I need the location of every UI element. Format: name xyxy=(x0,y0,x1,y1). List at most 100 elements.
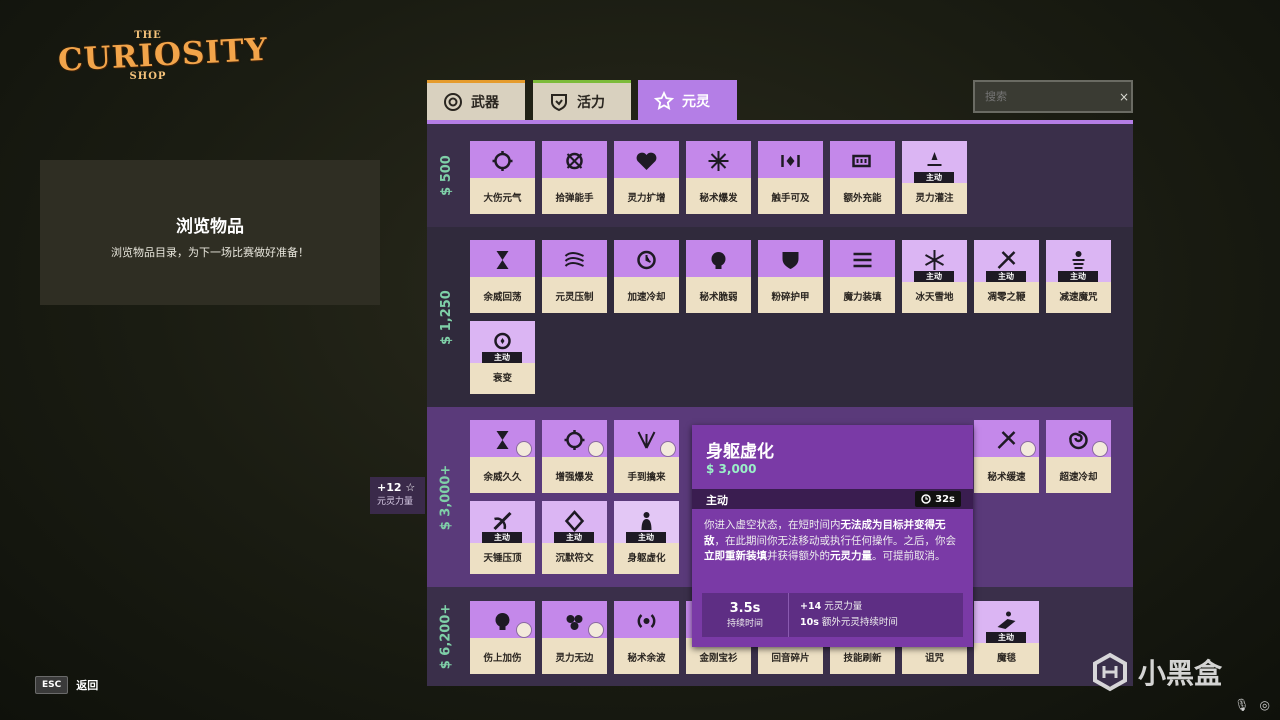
cooldown-value: 32s xyxy=(935,493,955,505)
item-card[interactable]: 主动 魔毯 xyxy=(974,601,1039,674)
skull-icon xyxy=(711,252,726,269)
item-card[interactable]: 秘术缓速 xyxy=(974,420,1039,493)
tooltip-stats: 3.5s 持续时间 +14 元灵力量 10s 额外元灵持续时间 xyxy=(702,593,963,637)
bonus-stats: +14 元灵力量 10s 额外元灵持续时间 xyxy=(800,601,898,628)
duration-label: 持续时间 xyxy=(726,619,763,629)
item-card[interactable]: 秘术爆发 xyxy=(686,141,751,214)
component-icon xyxy=(1092,441,1108,457)
item-card[interactable]: 魔力装填 xyxy=(830,240,895,313)
item-card[interactable]: 触手可及 xyxy=(758,141,823,214)
item-name: 减速魔咒 xyxy=(1059,292,1098,303)
game-logo: THE CURIOSITY SHOP xyxy=(57,30,269,92)
item-name: 秘术余波 xyxy=(627,653,666,664)
whip-icon xyxy=(997,251,1016,269)
item-card[interactable]: 超速冷却 xyxy=(1046,420,1111,493)
cooldown-icon xyxy=(921,494,931,504)
back-button[interactable]: ESC 返回 xyxy=(35,676,98,694)
item-card[interactable]: 主动 灵力灌注 xyxy=(902,141,967,214)
item-card[interactable]: 余威回荡 xyxy=(470,240,535,313)
clear-search-icon[interactable]: × xyxy=(1119,90,1129,104)
steam-icon[interactable]: ◎ xyxy=(1260,698,1270,712)
tooltip-type: 主动 xyxy=(706,494,728,507)
item-card[interactable]: 元灵压制 xyxy=(542,240,607,313)
tier-price-label: $ 6,200+ xyxy=(438,603,454,670)
active-badge: 主动 xyxy=(914,172,954,183)
active-badge: 主动 xyxy=(1058,271,1098,282)
wave-icon xyxy=(564,252,584,267)
item-card[interactable]: 加速冷却 xyxy=(614,240,679,313)
item-card[interactable]: 伤上加伤 xyxy=(470,601,535,674)
carpet-icon xyxy=(997,611,1016,629)
tooltip-type-bar: 主动 32s xyxy=(692,489,973,509)
logo-title: CURIOSITY xyxy=(57,31,269,79)
tab-weapon-label: 武器 xyxy=(471,94,499,111)
item-name: 灵力扩增 xyxy=(627,193,666,204)
active-badge: 主动 xyxy=(482,352,522,363)
active-badge: 主动 xyxy=(554,532,594,543)
item-card[interactable]: 灵力扩增 xyxy=(614,141,679,214)
item-card[interactable]: 增强爆发 xyxy=(542,420,607,493)
item-card[interactable]: 余威久久 xyxy=(470,420,535,493)
vortex-icon xyxy=(1069,430,1088,450)
component-icon xyxy=(516,622,532,638)
item-card[interactable]: 主动 沉默符文 xyxy=(542,501,607,574)
tab-spirit[interactable]: 元灵 xyxy=(638,80,737,122)
microphone-icon[interactable]: 🎙 xyxy=(1234,698,1249,712)
info-panel: 浏览物品 浏览物品目录，为下一场比赛做好准备！ xyxy=(40,160,380,305)
item-name: 秘术爆发 xyxy=(699,193,738,204)
item-name: 拾弹能手 xyxy=(555,193,594,204)
item-name: 手到擒来 xyxy=(627,472,666,483)
component-icon xyxy=(660,441,676,457)
component-icon xyxy=(588,441,604,457)
cooldown-badge: 32s xyxy=(915,491,961,507)
tooltip-description: 你进入虚空状态，在短时间内无法成为目标并变得无敌，在此期间你无法移动或执行任何操… xyxy=(704,519,956,562)
item-card[interactable]: 主动 减速魔咒 xyxy=(1046,240,1111,313)
component-icon xyxy=(588,622,604,638)
item-name: 衰变 xyxy=(492,373,512,384)
item-card[interactable]: 秘术余波 xyxy=(614,601,679,674)
boundless-icon xyxy=(566,615,583,630)
item-card[interactable]: 灵力无边 xyxy=(542,601,607,674)
decay-icon xyxy=(494,332,511,350)
item-card[interactable]: 主动 冰天雪地 xyxy=(902,240,967,313)
corner-icons: 🎙 ◎ xyxy=(1234,698,1270,712)
tooltip-title: 身躯虚化 xyxy=(706,442,774,462)
tab-spirit-label: 元灵 xyxy=(682,94,710,110)
item-card[interactable]: 手到擒来 xyxy=(614,420,679,493)
tier-500: $ 500 大伤元气 拾弹能手 灵力扩增 秘术爆发 触手可及 额外充能 主动 灵力… xyxy=(427,124,1133,227)
item-card[interactable]: 秘术脆弱 xyxy=(686,240,751,313)
item-name: 秘术缓速 xyxy=(987,472,1026,483)
hourglass-icon xyxy=(496,251,509,269)
active-badge: 主动 xyxy=(986,271,1026,282)
item-name: 沉默符文 xyxy=(555,553,594,564)
tab-weapon[interactable]: 武器 xyxy=(427,80,525,120)
tab-vitality[interactable]: 活力 xyxy=(533,80,631,120)
tier-1250: $ 1,250 余威回荡 元灵压制 加速冷却 秘术脆弱 粉碎护甲 魔力装填 主动… xyxy=(427,227,1133,407)
item-name: 魔毯 xyxy=(996,653,1016,664)
item-name: 加速冷却 xyxy=(627,292,666,303)
crosshair-icon xyxy=(566,152,583,170)
arcane-slow-icon xyxy=(997,431,1016,449)
item-card[interactable]: 主动 凋零之鞭 xyxy=(974,240,1039,313)
item-card-selected[interactable]: 主动 身躯虚化 xyxy=(614,501,679,574)
item-card[interactable]: 主动 衰变 xyxy=(470,321,535,394)
item-tooltip: 身躯虚化 $ 3,000 主动 32s 你进入虚空状态，在短时间内无法成为目标并… xyxy=(692,425,973,647)
spirit-power-bonus: +12 ☆ 元灵力量 xyxy=(370,477,425,514)
item-card[interactable]: 主动 天锤压顶 xyxy=(470,501,535,574)
item-card[interactable]: 额外充能 xyxy=(830,141,895,214)
active-badge: 主动 xyxy=(482,532,522,543)
item-card[interactable]: 大伤元气 xyxy=(470,141,535,214)
burst-icon xyxy=(492,151,513,171)
watermark-logo-icon xyxy=(1093,652,1127,692)
item-name: 凋零之鞭 xyxy=(987,292,1026,303)
bonus-label: 元灵力量 xyxy=(377,497,414,507)
active-badge: 主动 xyxy=(986,632,1026,643)
item-name: 余威回荡 xyxy=(483,292,522,303)
item-card[interactable]: 粉碎护甲 xyxy=(758,240,823,313)
item-name: 超速冷却 xyxy=(1059,472,1098,483)
search-input[interactable] xyxy=(983,89,1107,104)
item-card[interactable]: 拾弹能手 xyxy=(542,141,607,214)
burst-plus-icon xyxy=(564,430,585,450)
duration-value: 3.5s xyxy=(729,601,761,616)
item-name: 秘术脆弱 xyxy=(699,292,738,303)
